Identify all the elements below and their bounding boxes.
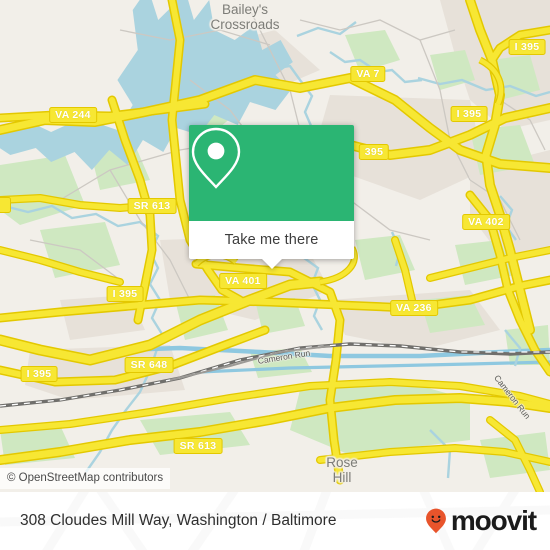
road-shield-i395-sw: I 395 [20, 366, 58, 382]
card-pointer-tail [261, 259, 282, 269]
road-shield-clipped-west [0, 197, 11, 213]
road-shield-i395-c: I 395 [106, 286, 144, 302]
footer-bar: 308 Cloudes Mill Way, Washington / Balti… [0, 492, 550, 550]
road-shield-i395-ne: I 395 [508, 39, 546, 55]
road-shield-sr613-s: SR 613 [173, 438, 223, 454]
road-shield-sr648: SR 648 [124, 357, 174, 373]
road-shield-va401: VA 401 [219, 273, 267, 289]
card-header [189, 125, 354, 221]
moovit-logo: moovit [423, 505, 537, 536]
map-screenshot: Bailey's Crossroads Rose Hill Cameron Ru… [0, 0, 550, 550]
osm-attribution[interactable]: © OpenStreetMap contributors [0, 468, 171, 489]
road-shield-va402: VA 402 [462, 214, 510, 230]
card-action-area[interactable]: Take me there [189, 221, 354, 269]
road-shield-395: 395 [358, 144, 390, 160]
road-shield-va236: VA 236 [390, 300, 438, 316]
road-shield-i395-n: I 395 [450, 106, 488, 122]
moovit-pin-icon [425, 508, 446, 534]
address-label: 308 Cloudes Mill Way, Washington / Balti… [20, 512, 337, 529]
take-me-there-card[interactable]: Take me there [189, 125, 354, 269]
map-canvas[interactable]: Bailey's Crossroads Rose Hill Cameron Ru… [0, 0, 550, 492]
moovit-wordmark: moovit [450, 505, 537, 536]
road-shield-va244: VA 244 [49, 107, 97, 123]
take-me-there-label: Take me there [224, 232, 319, 248]
road-shield-sr613-n: SR 613 [127, 198, 177, 214]
road-shield-va7: VA 7 [350, 66, 386, 82]
